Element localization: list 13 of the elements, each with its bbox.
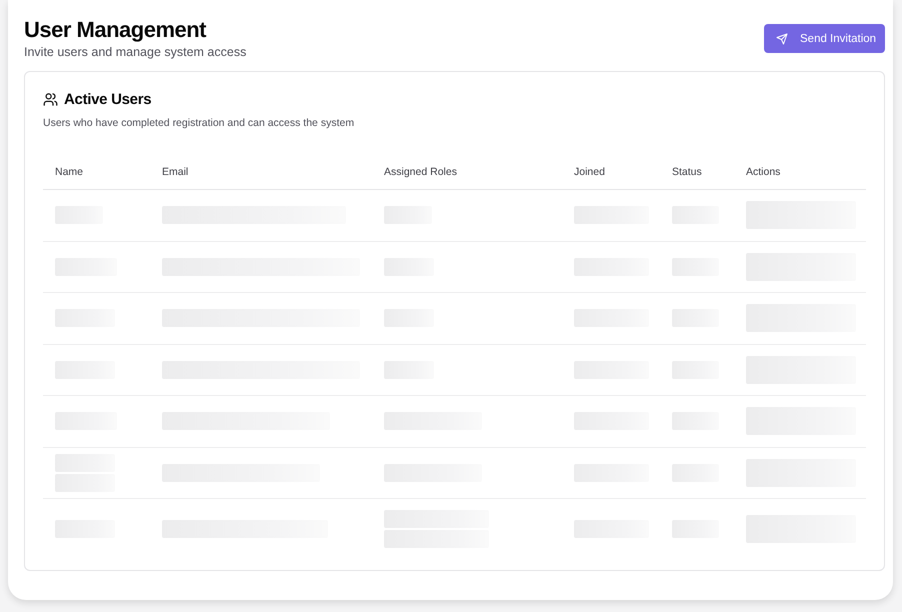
- send-icon: [776, 32, 788, 44]
- column-header: Name: [55, 166, 84, 178]
- column-header: Status: [672, 166, 702, 178]
- card-title: Active Users: [64, 91, 152, 108]
- column-header: Email: [162, 166, 188, 178]
- column-header: Actions: [746, 166, 780, 178]
- users-icon: [43, 92, 58, 107]
- card-description: Users who have completed registration and can access the system: [43, 117, 356, 129]
- page-subtitle: Invite users and manage system access: [24, 45, 246, 59]
- send-invitation-button[interactable]: Send Invitation: [764, 24, 885, 53]
- column-header: Joined: [574, 166, 605, 178]
- page-title: User Management: [24, 16, 208, 44]
- column-header: Assigned Roles: [384, 166, 457, 178]
